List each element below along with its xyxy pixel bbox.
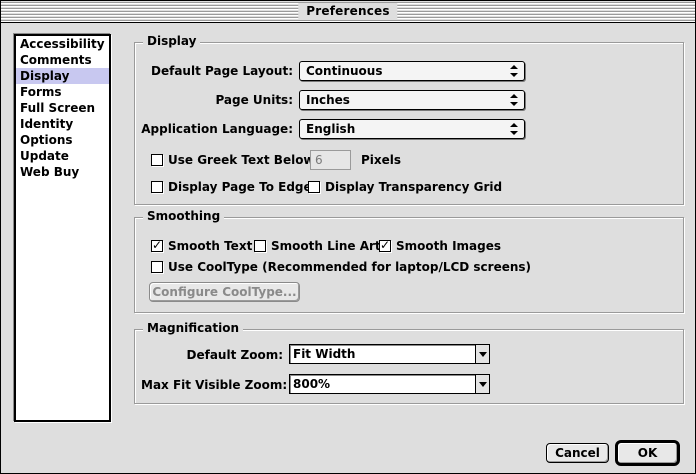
display-group-title: Display — [143, 34, 201, 48]
sidebar-item-comments[interactable]: Comments — [16, 52, 109, 68]
page-units-value: Inches — [306, 93, 350, 107]
popup-arrows-icon — [510, 94, 518, 106]
smooth-line-art-label: Smooth Line Art — [271, 239, 381, 253]
sidebar-item-display[interactable]: Display — [16, 68, 109, 84]
smooth-line-art-checkbox[interactable]: Smooth Line Art — [254, 239, 381, 253]
page-units-label: Page Units: — [215, 93, 293, 107]
greek-text-label: Use Greek Text Below — [168, 153, 315, 167]
checkbox-icon — [151, 181, 163, 193]
language-popup[interactable]: English — [299, 119, 525, 139]
checkbox-checked-icon — [379, 238, 391, 252]
page-layout-popup[interactable]: Continuous — [299, 61, 525, 81]
sidebar-item-accessibility[interactable]: Accessibility — [16, 36, 109, 52]
window-title: Preferences — [298, 3, 398, 19]
max-fit-zoom-label: Max Fit Visible Zoom: — [141, 378, 288, 392]
chevron-down-icon[interactable] — [475, 345, 489, 363]
sidebar-item-web-buy[interactable]: Web Buy — [16, 164, 109, 180]
ok-button[interactable]: OK — [615, 440, 680, 466]
chevron-down-icon[interactable] — [475, 375, 489, 393]
default-zoom-label: Default Zoom: — [186, 348, 283, 362]
smooth-text-checkbox[interactable]: Smooth Text — [151, 238, 253, 253]
page-layout-value: Continuous — [306, 64, 383, 78]
default-zoom-value: Fit Width — [293, 347, 356, 361]
cooltype-label: Use CoolType (Recommended for laptop/LCD… — [168, 260, 532, 274]
popup-arrows-icon — [510, 123, 518, 135]
smooth-images-label: Smooth Images — [396, 239, 502, 253]
popup-arrows-icon — [510, 65, 518, 77]
cooltype-checkbox[interactable]: Use CoolType (Recommended for laptop/LCD… — [151, 260, 531, 274]
title-bar[interactable]: Preferences — [1, 1, 695, 23]
checkbox-icon — [151, 154, 163, 166]
checkbox-icon — [151, 261, 163, 273]
max-fit-zoom-combo[interactable]: 800% — [289, 374, 490, 394]
cancel-button[interactable]: Cancel — [546, 443, 609, 463]
preferences-window: Preferences Accessibility Comments Displ… — [0, 0, 696, 474]
transparency-grid-label: Display Transparency Grid — [325, 180, 503, 194]
max-fit-zoom-value: 800% — [293, 377, 331, 391]
page-layout-label: Default Page Layout: — [151, 64, 293, 78]
default-zoom-combo[interactable]: Fit Width — [289, 344, 490, 364]
checkbox-icon — [308, 181, 320, 193]
smooth-images-checkbox[interactable]: Smooth Images — [379, 238, 502, 253]
greek-text-unit: Pixels — [361, 153, 402, 167]
page-units-popup[interactable]: Inches — [299, 90, 525, 110]
sidebar-item-forms[interactable]: Forms — [16, 84, 109, 100]
sidebar-item-update[interactable]: Update — [16, 148, 109, 164]
checkbox-icon — [254, 240, 266, 252]
category-list[interactable]: Accessibility Comments Display Forms Ful… — [14, 34, 111, 422]
checkbox-checked-icon — [151, 238, 163, 252]
sidebar-item-options[interactable]: Options — [16, 132, 109, 148]
smooth-text-label: Smooth Text — [168, 239, 253, 253]
greek-text-checkbox[interactable]: Use Greek Text Below — [151, 153, 315, 167]
sidebar-item-full-screen[interactable]: Full Screen — [16, 100, 109, 116]
page-to-edge-label: Display Page To Edge — [168, 180, 312, 194]
configure-cooltype-button[interactable]: Configure CoolType... — [149, 282, 300, 302]
sidebar-item-identity[interactable]: Identity — [16, 116, 109, 132]
language-value: English — [306, 122, 356, 136]
page-to-edge-checkbox[interactable]: Display Page To Edge — [151, 180, 312, 194]
language-label: Application Language: — [141, 122, 293, 136]
magnification-group-title: Magnification — [143, 321, 244, 335]
greek-text-field[interactable]: 6 — [310, 150, 351, 170]
smoothing-group-title: Smoothing — [143, 209, 225, 223]
transparency-grid-checkbox[interactable]: Display Transparency Grid — [308, 180, 502, 194]
